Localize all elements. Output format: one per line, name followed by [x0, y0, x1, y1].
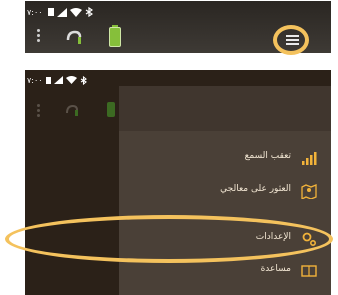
wifi-icon	[69, 7, 82, 17]
app-bar-screen: ٧:٠٠	[25, 1, 331, 55]
hearing-aid-icon	[66, 104, 78, 116]
battery-icon	[107, 102, 115, 117]
menu-item-help[interactable]: مساعدة	[119, 261, 331, 281]
signal-icon	[53, 76, 63, 84]
sim-icon	[45, 76, 51, 84]
help-book-icon	[301, 265, 317, 277]
bluetooth-icon	[85, 7, 93, 17]
status-bar: ٧:٠٠	[27, 74, 87, 86]
highlight-ring-menu	[273, 25, 309, 55]
signal-icon	[56, 7, 67, 17]
overflow-menu-button	[37, 104, 40, 118]
bluetooth-icon	[80, 75, 87, 85]
status-time: ٧:٠٠	[27, 7, 43, 17]
menu-item-find-processor[interactable]: العثور على معالجي	[119, 181, 331, 201]
signal-bars-icon	[302, 152, 317, 165]
status-bar: ٧:٠٠	[27, 5, 93, 19]
menu-item-label: تعقب السمع	[244, 151, 291, 161]
status-time: ٧:٠٠	[27, 75, 43, 85]
overflow-menu-button[interactable]	[37, 29, 41, 45]
drawer-header	[119, 86, 331, 131]
sim-icon	[47, 8, 54, 16]
battery-icon	[109, 25, 121, 47]
wifi-icon	[65, 76, 77, 84]
menu-item-label: مساعدة	[260, 264, 291, 274]
hearing-aid-icon[interactable]	[65, 28, 83, 46]
menu-item-label: العثور على معالجي	[220, 184, 291, 194]
map-pin-icon	[301, 184, 317, 199]
menu-item-hearing-tracker[interactable]: تعقب السمع	[119, 148, 331, 168]
navigation-drawer: تعقب السمع العثور على معالجي الإعدادات م…	[119, 86, 331, 295]
highlight-ring-settings	[5, 215, 333, 263]
